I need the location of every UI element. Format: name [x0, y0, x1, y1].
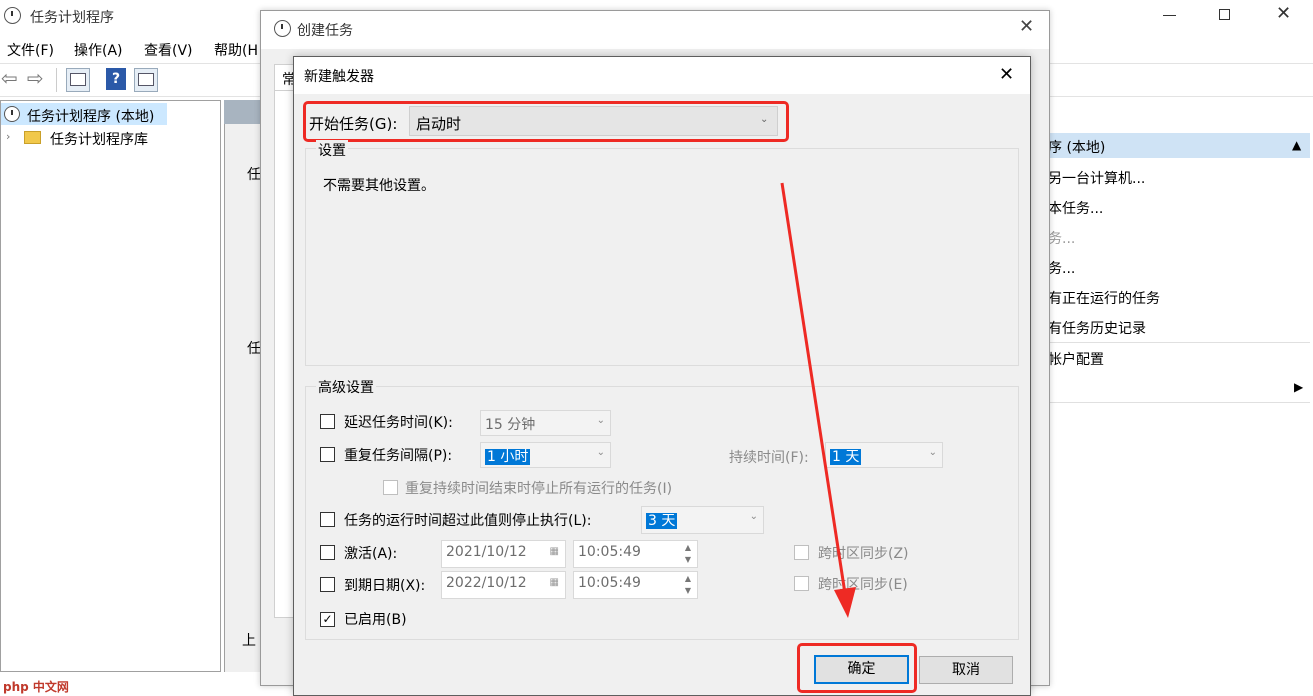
annotation-arrow-head [834, 587, 856, 618]
watermark-text: php 中文网 [3, 680, 69, 694]
annotation-arrow-line [780, 182, 848, 601]
watermark: php 中文网 [0, 676, 86, 696]
annotation-arrow [780, 182, 856, 618]
